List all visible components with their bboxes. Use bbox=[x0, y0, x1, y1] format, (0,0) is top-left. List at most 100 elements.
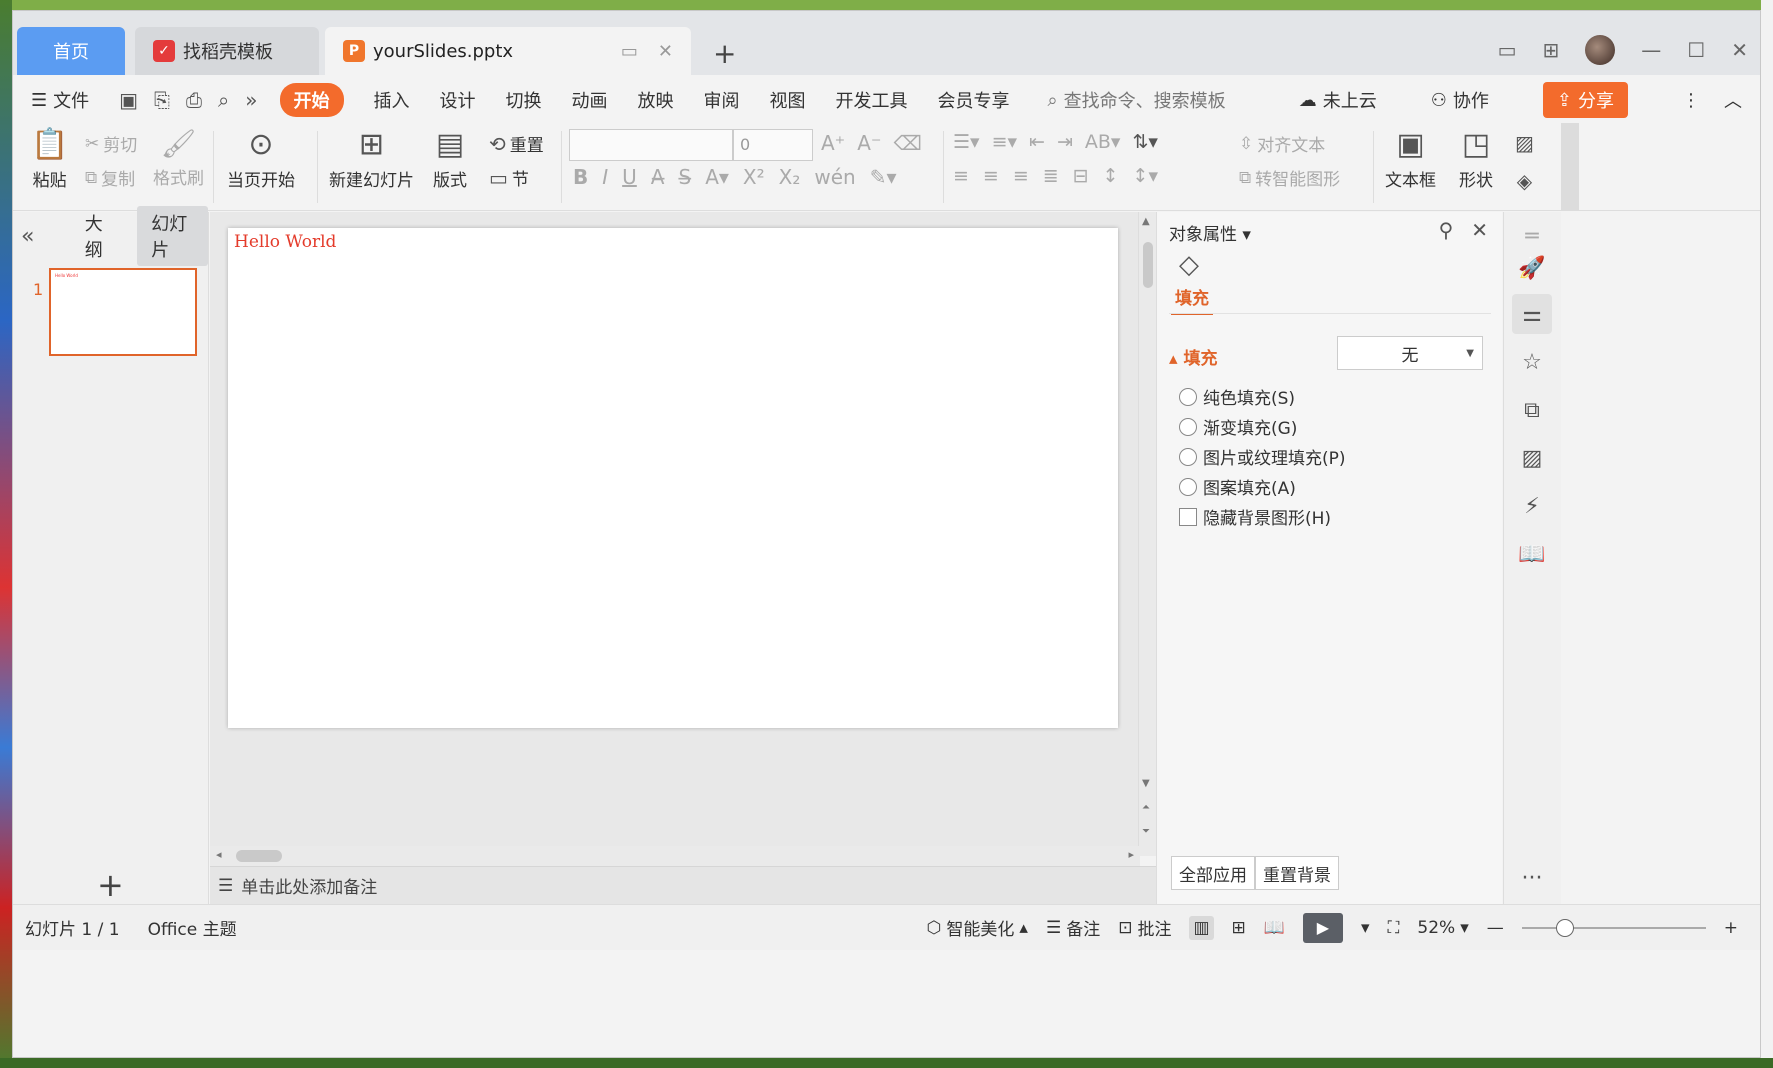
tab-outline[interactable]: 大纲 bbox=[71, 206, 128, 266]
align-left-icon[interactable]: ≡ bbox=[953, 165, 969, 187]
textbox-button[interactable]: ▣ 文本框 bbox=[1385, 127, 1436, 191]
smart-beautify-button[interactable]: ⬡ 智能美化 ▴ bbox=[927, 915, 1028, 941]
collaborate-button[interactable]: ⚇ 协作 bbox=[1431, 87, 1489, 113]
minimize-icon[interactable]: — bbox=[1641, 38, 1661, 62]
book-icon[interactable]: 📖 bbox=[1512, 534, 1552, 574]
numbered-list-icon[interactable]: ≡▾ bbox=[992, 131, 1017, 153]
menu-insert[interactable]: 插入 bbox=[374, 87, 410, 113]
decrease-indent-icon[interactable]: ⇤ bbox=[1029, 131, 1045, 153]
paragraph-spacing-icon[interactable]: ↕▾ bbox=[1133, 165, 1158, 187]
align-center-icon[interactable]: ≡ bbox=[983, 165, 999, 187]
tab-template[interactable]: ✓ 找稻壳模板 bbox=[135, 27, 319, 75]
image-tools-icon[interactable]: ▨ bbox=[1512, 438, 1552, 478]
from-current-button[interactable]: ⊙ 当页开始 bbox=[227, 127, 295, 191]
line-spacing-icon[interactable]: ↕ bbox=[1103, 165, 1119, 187]
layers-icon[interactable]: ◈ bbox=[1517, 169, 1532, 193]
present-window-icon[interactable]: ▭ bbox=[621, 41, 638, 62]
slide-canvas[interactable]: Hello World bbox=[228, 228, 1118, 728]
justify-icon[interactable]: ≣ bbox=[1043, 165, 1059, 187]
menu-view[interactable]: 视图 bbox=[770, 87, 806, 113]
rocket-icon[interactable]: 🚀 bbox=[1512, 248, 1552, 288]
more-options-icon[interactable]: ⋮ bbox=[1682, 90, 1700, 111]
properties-title[interactable]: 对象属性 ▾ bbox=[1169, 220, 1251, 245]
fill-section-header[interactable]: ▴ 填充 bbox=[1169, 344, 1217, 369]
reading-mode-icon[interactable]: ▭ bbox=[1498, 38, 1517, 62]
properties-sliders-icon[interactable]: ⚌ bbox=[1512, 294, 1552, 334]
font-name-combo[interactable] bbox=[569, 129, 733, 161]
slide-textbox[interactable]: Hello World bbox=[234, 232, 336, 252]
fill-type-select[interactable]: 无 ▼ bbox=[1337, 336, 1483, 370]
pattern-fill-option[interactable]: 图案填充(A) bbox=[1179, 474, 1296, 499]
picture-fill-option[interactable]: 图片或纹理填充(P) bbox=[1179, 444, 1346, 469]
more-chevron-icon[interactable]: » bbox=[245, 88, 257, 112]
new-slide-button[interactable]: ⊞ 新建幻灯片 bbox=[329, 127, 414, 191]
strikethrough-a-icon[interactable]: A̶ bbox=[651, 165, 665, 189]
menu-member[interactable]: 会员专享 bbox=[938, 87, 1010, 113]
align-right-icon[interactable]: ≡ bbox=[1013, 165, 1029, 187]
scroll-right-icon[interactable]: ▸ bbox=[1128, 848, 1134, 861]
collapse-ribbon-icon[interactable]: ︿ bbox=[1724, 87, 1742, 113]
normal-view-icon[interactable]: ▥ bbox=[1189, 915, 1214, 940]
clear-format-icon[interactable]: ⌫ bbox=[894, 131, 922, 155]
underline-icon[interactable]: U bbox=[622, 165, 637, 189]
notes-toggle-button[interactable]: ☰ 备注 bbox=[1046, 915, 1100, 941]
zoom-in-icon[interactable]: + bbox=[1724, 918, 1738, 938]
picture-icon[interactable]: ▨ bbox=[1515, 131, 1534, 155]
zoom-slider-knob[interactable] bbox=[1555, 918, 1574, 937]
play-slideshow-button[interactable]: ▶ bbox=[1302, 912, 1343, 943]
print-preview-icon[interactable]: ⌕ bbox=[218, 88, 229, 112]
ribbon-scroll-right[interactable] bbox=[1561, 123, 1579, 211]
format-painter-button[interactable]: 🖌 格式刷 bbox=[153, 127, 204, 189]
shapes-button[interactable]: ◳ 形状 bbox=[1459, 127, 1493, 191]
user-avatar[interactable] bbox=[1585, 35, 1616, 65]
section-button[interactable]: ▭ 节 bbox=[489, 165, 529, 191]
cloud-status-button[interactable]: ☁ 未上云 bbox=[1299, 87, 1377, 113]
more-horizontal-icon[interactable]: ··· bbox=[1512, 858, 1552, 898]
font-color-icon[interactable]: A▾ bbox=[705, 165, 729, 189]
smart-shape-button[interactable]: ⧉ 转智能图形 bbox=[1239, 165, 1340, 191]
reset-background-button[interactable]: 重置背景 bbox=[1255, 856, 1339, 890]
next-slide-icon[interactable]: ⏷ bbox=[1142, 826, 1150, 837]
collapse-panel-icon[interactable]: « bbox=[21, 224, 53, 249]
italic-icon[interactable]: I bbox=[602, 165, 608, 189]
slide-transition-icon[interactable]: ⧉ bbox=[1512, 390, 1552, 430]
zoom-level[interactable]: 52% ▾ bbox=[1417, 918, 1468, 938]
cut-button[interactable]: ✂ 剪切 bbox=[85, 131, 137, 157]
paste-button[interactable]: 📋 粘贴 bbox=[31, 127, 68, 191]
copy-button[interactable]: ⧉ 复制 bbox=[85, 165, 135, 191]
superscript-icon[interactable]: X² bbox=[743, 165, 765, 189]
menu-review[interactable]: 审阅 bbox=[704, 87, 740, 113]
slide-sorter-view-icon[interactable]: ⊞ bbox=[1232, 918, 1246, 938]
shrink-font-icon[interactable]: A⁻ bbox=[857, 131, 881, 155]
menu-animation[interactable]: 动画 bbox=[572, 87, 608, 113]
font-size-combo[interactable]: 0 bbox=[733, 129, 813, 161]
print-icon[interactable]: ⎙ bbox=[186, 88, 202, 112]
close-window-icon[interactable]: ✕ bbox=[1731, 38, 1748, 62]
maximize-icon[interactable]: ☐ bbox=[1687, 38, 1705, 62]
highlight-icon[interactable]: ✎▾ bbox=[870, 165, 897, 189]
new-tab-button[interactable]: + bbox=[713, 37, 736, 70]
tab-slides[interactable]: 幻灯片 bbox=[137, 206, 208, 266]
tab-fill[interactable]: 填充 bbox=[1171, 284, 1213, 315]
align-text-button[interactable]: ⇳ 对齐文本 bbox=[1239, 131, 1325, 157]
fill-bucket-icon[interactable]: ◇ bbox=[1179, 250, 1199, 280]
share-button[interactable]: ⇪ 分享 bbox=[1542, 82, 1628, 118]
bullet-list-icon[interactable]: ☰▾ bbox=[953, 131, 980, 153]
scroll-down-icon[interactable]: ▼ bbox=[1142, 778, 1150, 789]
vertical-scrollbar[interactable]: ▲ ▼ ⏶ ⏷ bbox=[1138, 212, 1156, 856]
solid-fill-option[interactable]: 纯色填充(S) bbox=[1179, 384, 1295, 409]
phonetic-icon[interactable]: wén bbox=[814, 165, 855, 189]
subscript-icon[interactable]: X₂ bbox=[779, 165, 801, 189]
lightning-icon[interactable]: ⚡ bbox=[1512, 486, 1552, 526]
zoom-out-icon[interactable]: — bbox=[1487, 918, 1504, 938]
radio-button[interactable] bbox=[1179, 417, 1197, 436]
menu-slideshow[interactable]: 放映 bbox=[638, 87, 674, 113]
vertical-scroll-thumb[interactable] bbox=[1143, 242, 1153, 288]
comments-button[interactable]: ⊡ 批注 bbox=[1118, 915, 1171, 941]
tab-yourslides[interactable]: P yourSlides.pptx ▭ ✕ bbox=[325, 27, 691, 75]
menu-transition[interactable]: 切换 bbox=[506, 87, 542, 113]
close-tab-icon[interactable]: ✕ bbox=[658, 41, 673, 62]
fit-window-icon[interactable]: ⛶ bbox=[1388, 918, 1400, 938]
command-search[interactable]: ⌕ 查找命令、搜索模板 bbox=[1048, 87, 1226, 113]
slide-thumbnail[interactable]: Hello World bbox=[49, 268, 197, 356]
